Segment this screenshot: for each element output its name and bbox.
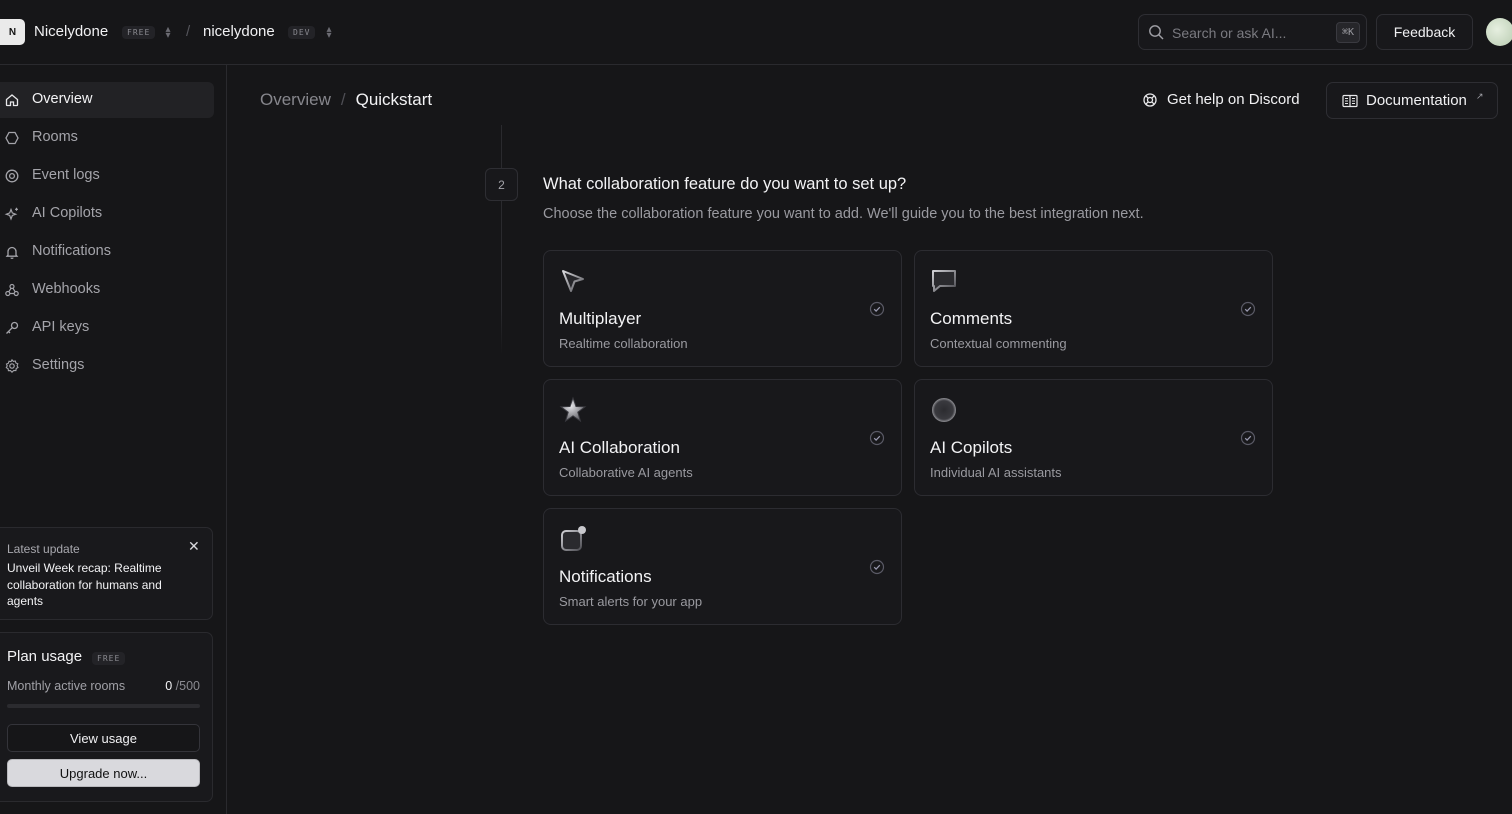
- feature-card-ai-collaboration[interactable]: AI Collaboration Collaborative AI agents: [543, 379, 902, 496]
- feature-description: Smart alerts for your app: [559, 594, 703, 609]
- sidebar-item-settings[interactable]: Settings: [0, 348, 214, 384]
- feature-card-notifications[interactable]: Notifications Smart alerts for your app: [543, 508, 902, 625]
- comment-icon: [932, 270, 956, 292]
- discord-label: Get help on Discord: [1167, 91, 1300, 108]
- user-avatar[interactable]: [1486, 18, 1512, 46]
- project-env-badge: DEV: [288, 26, 316, 39]
- key-icon: [6, 321, 19, 334]
- feature-card-ai-copilots[interactable]: AI Copilots Individual AI assistants: [914, 379, 1273, 496]
- sidebar-item-label: Event logs: [32, 167, 100, 183]
- step-title: What collaboration feature do you want t…: [543, 175, 907, 193]
- sidebar-item-label: Notifications: [32, 243, 111, 259]
- sidebar: Overview Rooms Event logs AI Copilots No…: [0, 65, 227, 814]
- top-bar: N Nicelydone FREE ▴ ▾ / nicelydone DEV ▴ ▾…: [0, 0, 1512, 65]
- step-number: 2: [485, 168, 518, 201]
- feature-description: Contextual commenting: [930, 336, 1067, 351]
- sidebar-item-rooms[interactable]: Rooms: [0, 120, 214, 156]
- workspace-name[interactable]: Nicelydone: [34, 23, 108, 40]
- breadcrumb-separator: /: [186, 23, 191, 40]
- feature-description: Realtime collaboration: [559, 336, 688, 351]
- usage-progress-bar: [7, 704, 200, 708]
- usage-current: 0: [165, 679, 173, 693]
- feature-title: Comments: [930, 309, 1013, 328]
- feature-title: AI Collaboration: [559, 438, 680, 457]
- check-circle-icon: [869, 430, 885, 446]
- latest-update-label: Latest update: [7, 542, 80, 556]
- sidebar-item-label: Rooms: [32, 129, 78, 145]
- feature-title: Multiplayer: [559, 309, 642, 328]
- breadcrumb-overview[interactable]: Overview: [260, 90, 331, 109]
- usage-max: /500: [175, 679, 200, 693]
- search-shortcut: ⌘K: [1335, 22, 1360, 43]
- notification-icon: [561, 526, 586, 551]
- check-circle-icon: [869, 559, 885, 575]
- home-icon: [5, 94, 19, 107]
- sidebar-item-label: AI Copilots: [32, 205, 103, 221]
- sidebar-item-overview[interactable]: Overview: [0, 82, 214, 118]
- webhook-icon: [5, 283, 19, 297]
- workspace-switcher-icon[interactable]: ▴ ▾: [164, 25, 172, 41]
- breadcrumb-separator: /: [340, 90, 346, 109]
- documentation-button[interactable]: Documentation ↗: [1326, 82, 1498, 119]
- lifebuoy-icon: [1143, 92, 1157, 107]
- project-switcher-icon[interactable]: ▴ ▾: [325, 25, 333, 41]
- plan-badge: FREE: [92, 652, 126, 665]
- sidebar-item-label: API keys: [32, 319, 90, 335]
- book-icon: [1342, 94, 1358, 108]
- latest-update-title[interactable]: Unveil Week recap: Realtime collaboratio…: [7, 560, 197, 610]
- sidebar-item-ai-copilots[interactable]: AI Copilots: [0, 196, 214, 232]
- feature-title: Notifications: [559, 567, 652, 586]
- documentation-label: Documentation: [1366, 92, 1467, 109]
- search-box[interactable]: Search or ask AI... ⌘K: [1138, 14, 1367, 50]
- feature-description: Collaborative AI agents: [559, 465, 693, 480]
- feature-card-comments[interactable]: Comments Contextual commenting: [914, 250, 1273, 367]
- sidebar-item-label: Webhooks: [32, 281, 101, 297]
- search-icon: [1149, 25, 1164, 40]
- sparkle-icon: [4, 207, 18, 221]
- check-circle-icon: [1240, 301, 1256, 317]
- sidebar-item-label: Settings: [32, 357, 85, 373]
- project-name[interactable]: nicelydone: [203, 23, 275, 40]
- step-subtitle: Choose the collaboration feature you wan…: [543, 206, 1144, 222]
- gear-icon: [5, 358, 19, 373]
- sidebar-item-event-logs[interactable]: Event logs: [0, 158, 214, 194]
- star-icon: [559, 396, 587, 423]
- usage-metric-value: 0 /500: [165, 679, 200, 693]
- cursor-icon: [562, 270, 584, 292]
- check-circle-icon: [1240, 430, 1256, 446]
- feature-description: Individual AI assistants: [930, 465, 1062, 480]
- feature-card-multiplayer[interactable]: Multiplayer Realtime collaboration: [543, 250, 902, 367]
- upgrade-button[interactable]: Upgrade now...: [7, 759, 200, 787]
- check-circle-icon: [869, 301, 885, 317]
- usage-metric-label: Monthly active rooms: [7, 679, 126, 693]
- orb-icon: [932, 398, 956, 422]
- feedback-button[interactable]: Feedback: [1376, 14, 1473, 50]
- latest-update-card[interactable]: Latest update ✕ Unveil Week recap: Realt…: [0, 527, 213, 620]
- plan-usage-card: Plan usage FREE Monthly active rooms 0 /…: [0, 632, 213, 802]
- sidebar-item-api-keys[interactable]: API keys: [0, 310, 214, 346]
- bell-icon: [5, 246, 19, 259]
- search-input[interactable]: Search or ask AI...: [1172, 25, 1286, 41]
- close-icon[interactable]: ✕: [188, 538, 200, 555]
- sidebar-item-label: Overview: [32, 91, 93, 107]
- external-link-icon: ↗: [1476, 91, 1484, 101]
- sidebar-item-notifications[interactable]: Notifications: [0, 234, 214, 270]
- target-icon: [5, 169, 19, 183]
- discord-help-link[interactable]: Get help on Discord: [1142, 91, 1300, 108]
- breadcrumb: Overview / Quickstart: [260, 90, 432, 110]
- step-timeline: [501, 125, 502, 355]
- breadcrumb-quickstart: Quickstart: [355, 90, 433, 109]
- feature-title: AI Copilots: [930, 438, 1013, 457]
- workspace-plan-badge: FREE: [122, 26, 156, 39]
- view-usage-button[interactable]: View usage: [7, 724, 200, 752]
- plan-usage-title: Plan usage: [7, 648, 83, 665]
- workspace-avatar[interactable]: N: [0, 19, 25, 45]
- hexagon-icon: [5, 131, 19, 145]
- sidebar-item-webhooks[interactable]: Webhooks: [0, 272, 214, 308]
